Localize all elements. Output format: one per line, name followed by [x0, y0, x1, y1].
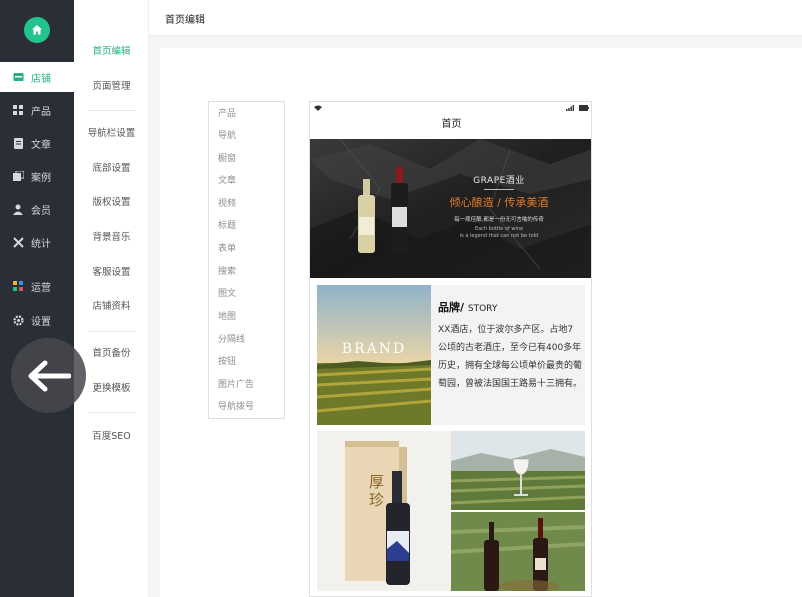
subnav-divider	[88, 331, 136, 332]
sidebar-item-operations[interactable]: 运营	[0, 271, 74, 301]
phone-page-title: 首页	[441, 119, 462, 130]
component-article[interactable]: 文章	[218, 174, 236, 188]
component-nav[interactable]: 导航	[218, 129, 236, 143]
banner-subtitle: 每一瓶佳酿,都是一份无可言喻的传奇	[454, 217, 544, 223]
story-title: 品牌/ STORY	[438, 299, 497, 315]
component-map[interactable]: 地图	[218, 310, 236, 324]
sidebar-item-store[interactable]: 店铺	[0, 62, 74, 92]
sidebar-item-label: 文章	[31, 139, 51, 151]
story-body: XX酒店，位于波尔多产区。占地7公顷的古老酒庄，至今已有400多年历史，拥有全球…	[438, 325, 583, 389]
subnav-item-baidu-seo[interactable]: 百度SEO	[74, 427, 149, 447]
sidebar-item-cases[interactable]: 案例	[0, 161, 74, 191]
grid-icon	[12, 104, 24, 116]
subnav-item-home-edit[interactable]: 首页编辑	[74, 42, 149, 62]
component-form[interactable]: 表单	[218, 242, 236, 256]
back-button[interactable]	[11, 338, 86, 413]
subnav-item-footer-settings[interactable]: 底部设置	[74, 159, 149, 179]
component-nav-dial[interactable]: 导航拨号	[218, 400, 254, 414]
subnav-item-copyright-settings[interactable]: 版权设置	[74, 193, 149, 213]
member-icon	[12, 203, 24, 215]
gear-icon	[12, 314, 24, 326]
wine-bottles-image[interactable]	[451, 512, 585, 591]
component-image-ad[interactable]: 图片广告	[218, 378, 254, 392]
story-section[interactable]: BRAND 品牌/ STORY XX酒店，位于波尔多产区。占地7公顷的古老酒庄，…	[317, 285, 585, 425]
component-list: 产品 导航 橱窗 文章 视频 标题 表单 搜索 图文 地图 分隔线 按钮 图片广…	[208, 101, 285, 419]
banner-en-line-1: Each bottle of wine	[474, 226, 524, 232]
secondary-nav: 首页编辑 页面管理 导航栏设置 底部设置 版权设置 背景音乐 客服设置 店铺资料…	[74, 0, 149, 597]
sidebar-item-label: 统计	[31, 238, 51, 250]
component-video[interactable]: 视频	[218, 197, 236, 211]
component-title[interactable]: 标题	[218, 219, 236, 233]
store-icon	[12, 71, 24, 83]
sidebar-item-products[interactable]: 产品	[0, 95, 74, 125]
subnav-item-page-manage[interactable]: 页面管理	[74, 77, 149, 97]
component-image-text[interactable]: 图文	[218, 287, 236, 301]
battery-icon	[579, 105, 589, 111]
page-header: 首页编辑	[149, 0, 802, 36]
case-icon	[12, 170, 24, 182]
arrow-left-icon	[28, 360, 71, 391]
component-divider[interactable]: 分隔线	[218, 333, 245, 347]
wine-box-image[interactable]: 厚珍	[317, 431, 451, 591]
wifi-icon	[314, 105, 322, 111]
brand-image: BRAND	[317, 285, 431, 425]
phone-status-bar	[310, 102, 591, 114]
component-search[interactable]: 搜索	[218, 265, 236, 279]
box-label: 厚珍	[369, 473, 385, 509]
component-showcase[interactable]: 橱窗	[218, 152, 236, 166]
sidebar-item-label: 店铺	[31, 73, 51, 85]
main-sidebar: 店铺 产品 文章 案例 会员 统计 运营 设置	[0, 0, 74, 597]
document-icon	[12, 137, 24, 149]
page-title: 首页编辑	[165, 15, 205, 26]
banner-divider	[484, 189, 514, 190]
sidebar-item-label: 运营	[31, 282, 51, 294]
apps-icon	[12, 280, 24, 292]
subnav-item-store-info[interactable]: 店铺资料	[74, 297, 149, 317]
component-product[interactable]: 产品	[218, 107, 236, 121]
home-logo-button[interactable]	[24, 17, 50, 43]
story-title-cn: 品牌/	[438, 301, 465, 314]
sidebar-item-members[interactable]: 会员	[0, 194, 74, 224]
banner-slogan: 倾心酿造 / 传承美酒	[449, 196, 549, 209]
sidebar-item-settings[interactable]: 设置	[0, 305, 74, 335]
subnav-divider	[88, 110, 136, 111]
sidebar-item-label: 会员	[31, 205, 51, 217]
phone-preview: 首页 GRAPE酒业 倾心酿造 / 传承美酒 每一瓶佳酿,都是一份无可言喻的传奇…	[309, 101, 592, 597]
sidebar-item-articles[interactable]: 文章	[0, 128, 74, 158]
sidebar-item-stats[interactable]: 统计	[0, 227, 74, 257]
stats-icon	[12, 236, 24, 248]
vineyard-glass-image[interactable]	[451, 431, 585, 510]
subnav-item-background-music[interactable]: 背景音乐	[74, 228, 149, 248]
brand-overlay-text: BRAND	[341, 341, 407, 357]
subnav-item-navbar-settings[interactable]: 导航栏设置	[74, 124, 149, 144]
banner-image[interactable]: GRAPE酒业 倾心酿造 / 传承美酒 每一瓶佳酿,都是一份无可言喻的传奇 Ea…	[310, 139, 591, 278]
signal-icon	[566, 105, 574, 111]
story-title-en: STORY	[467, 304, 498, 314]
sidebar-item-label: 产品	[31, 106, 51, 118]
home-icon	[32, 25, 42, 35]
subnav-item-home-backup[interactable]: 首页备份	[74, 344, 149, 364]
banner-en-line-2: is a legend that can not be told	[459, 233, 539, 239]
banner-brand: GRAPE酒业	[473, 176, 525, 186]
sidebar-item-label: 设置	[31, 316, 51, 328]
sidebar-item-label: 案例	[31, 172, 51, 184]
banner-text: GRAPE酒业 倾心酿造 / 传承美酒 每一瓶佳酿,都是一份无可言喻的传奇 Ea…	[444, 173, 554, 240]
subnav-item-service-settings[interactable]: 客服设置	[74, 263, 149, 283]
subnav-divider	[88, 412, 136, 413]
logo-area	[0, 0, 74, 60]
component-button[interactable]: 按钮	[218, 355, 236, 369]
